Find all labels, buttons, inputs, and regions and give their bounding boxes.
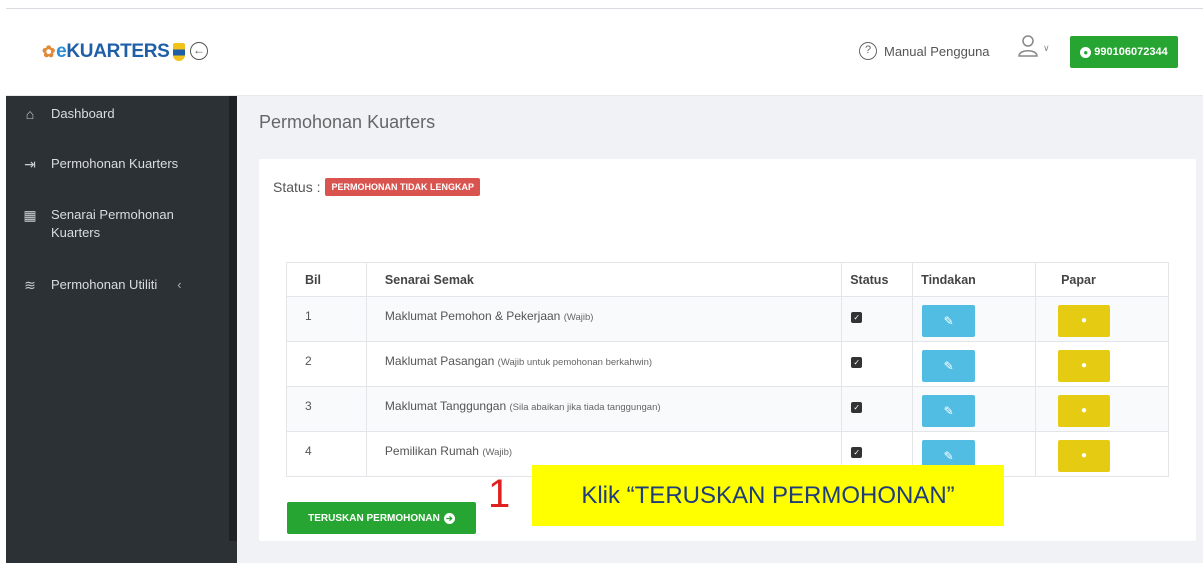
edit-button[interactable]: ✎ xyxy=(922,395,976,427)
chevron-down-icon: ∨ xyxy=(1043,43,1050,53)
chevron-left-icon: ‹ xyxy=(177,277,182,292)
row-number: 2 xyxy=(286,341,367,387)
status-label: Status : xyxy=(273,179,321,195)
user-id-label: 990106072344 xyxy=(1094,46,1168,58)
view-button[interactable]: ● xyxy=(1058,305,1111,337)
edit-icon: ✎ xyxy=(943,359,954,373)
sidebar-toggle-button[interactable]: ← xyxy=(190,42,208,60)
checkbox-checked-icon: ✓ xyxy=(851,402,863,413)
row-item-note: (Wajib) xyxy=(563,312,594,323)
edit-icon: ✎ xyxy=(943,404,954,418)
row-action: ✎ xyxy=(912,296,1037,342)
page-title: Permohonan Kuarters xyxy=(259,112,436,132)
table-row: 2 Maklumat Pasangan (Wajib untuk pemohon… xyxy=(286,341,1169,387)
sidebar-item-dashboard[interactable]: ⌂ Dashboard xyxy=(21,105,115,123)
user-circle-icon: ● xyxy=(1080,46,1092,58)
checkbox-checked-icon: ✓ xyxy=(851,312,863,323)
row-view: ● xyxy=(1035,386,1169,432)
col-header-bil: Bil xyxy=(286,262,367,297)
logo-e-letter: e xyxy=(56,41,67,62)
row-action: ✎ xyxy=(912,386,1037,432)
sign-in-icon: ⇥ xyxy=(24,156,36,172)
row-status: ✓ xyxy=(841,341,914,387)
manual-pengguna-label: Manual Pengguna xyxy=(884,43,990,59)
home-icon: ⌂ xyxy=(25,106,35,122)
row-item-note: (Sila abaikan jika tiada tanggungan) xyxy=(509,402,661,413)
sidebar-item-label: Permohonan Kuarters xyxy=(51,156,179,171)
checkbox-checked-icon: ✓ xyxy=(851,447,863,458)
eye-icon: ● xyxy=(1081,450,1088,461)
sidebar-item-permohonan-utiliti[interactable]: ≋ Permohonan Utiliti ‹ xyxy=(21,276,182,294)
row-item-note: (Wajib) xyxy=(482,447,513,458)
col-header-tindakan: Tindakan xyxy=(912,262,1037,297)
logo-text: KUARTERS xyxy=(66,41,170,62)
row-item: Maklumat Tanggungan (Sila abaikan jika t… xyxy=(365,386,843,432)
logo-flower-icon: ✿ xyxy=(42,44,56,61)
table-row: 3 Maklumat Tanggungan (Sila abaikan jika… xyxy=(286,386,1169,432)
edit-button[interactable]: ✎ xyxy=(922,305,976,337)
checklist-table: Bil Senarai Semak Status Tindakan Papar … xyxy=(286,262,1169,477)
row-number: 3 xyxy=(286,386,367,432)
sidebar-item-permohonan-kuarters[interactable]: ⇥ Permohonan Kuarters xyxy=(21,155,178,173)
sidebar-item-label: Dashboard xyxy=(51,106,115,121)
status-badge: PERMOHONAN TIDAK LENGKAP xyxy=(325,178,480,196)
row-item-note: (Wajib untuk pemohonan berkahwin) xyxy=(497,357,653,368)
col-header-papar: Papar xyxy=(1035,262,1169,297)
row-item: Maklumat Pemohon & Pekerjaan (Wajib) xyxy=(365,296,843,342)
layers-icon: ≋ xyxy=(24,277,36,293)
row-item: Maklumat Pasangan (Wajib untuk pemohonan… xyxy=(365,341,843,387)
row-status: ✓ xyxy=(841,386,914,432)
eye-icon: ● xyxy=(1081,360,1088,371)
logo-crest-icon xyxy=(172,43,185,61)
row-view: ● xyxy=(1035,431,1169,477)
row-item-title: Maklumat Pasangan xyxy=(384,354,495,368)
annotation-instruction-text: Klik “TERUSKAN PERMOHONAN” xyxy=(581,481,955,509)
row-item-title: Pemilikan Rumah xyxy=(384,444,479,458)
row-view: ● xyxy=(1035,296,1169,342)
view-button[interactable]: ● xyxy=(1058,440,1111,472)
sidebar-item-senarai-permohonan[interactable]: ▦ Senarai Permohonan Kuarters xyxy=(21,206,211,242)
sidebar-scrollbar[interactable] xyxy=(229,96,237,541)
user-id-button[interactable]: ● 990106072344 xyxy=(1070,36,1178,68)
table-row: 1 Maklumat Pemohon & Pekerjaan (Wajib) ✓… xyxy=(286,296,1169,342)
status-row: Status : PERMOHONAN TIDAK LENGKAP xyxy=(273,178,480,196)
view-button[interactable]: ● xyxy=(1058,395,1111,427)
row-view: ● xyxy=(1035,341,1169,387)
manual-pengguna-link[interactable]: ? Manual Pengguna xyxy=(859,42,990,60)
edit-icon: ✎ xyxy=(943,449,954,463)
edit-button[interactable]: ✎ xyxy=(922,350,976,382)
col-header-status: Status xyxy=(841,262,914,297)
sidebar-item-label: Senarai Permohonan Kuarters xyxy=(51,207,174,240)
row-number: 1 xyxy=(286,296,367,342)
row-status: ✓ xyxy=(841,296,914,342)
table-header-row: Bil Senarai Semak Status Tindakan Papar xyxy=(286,262,1169,297)
top-header: ✿ e KUARTERS ← ? Manual Pengguna ∨ ● 990… xyxy=(6,9,1203,96)
checkbox-checked-icon: ✓ xyxy=(851,357,863,368)
teruskan-permohonan-button[interactable]: TERUSKAN PERMOHONAN ➔ xyxy=(287,502,476,534)
col-header-senarai-semak: Senarai Semak xyxy=(365,262,843,297)
row-number: 4 xyxy=(286,431,367,477)
user-menu-dropdown[interactable]: ∨ xyxy=(1018,35,1054,65)
question-circle-icon: ? xyxy=(859,42,877,60)
annotation-instruction-box: Klik “TERUSKAN PERMOHONAN” xyxy=(532,465,1004,526)
row-action: ✎ xyxy=(912,341,1037,387)
ekuarters-logo[interactable]: ✿ e KUARTERS xyxy=(42,41,185,63)
eye-icon: ● xyxy=(1081,405,1088,416)
sidebar-item-label: Permohonan Utiliti xyxy=(51,277,158,292)
row-item-title: Maklumat Tanggungan xyxy=(384,399,507,413)
arrow-circle-right-icon: ➔ xyxy=(443,512,455,524)
annotation-step-number: 1 xyxy=(488,472,511,516)
row-item-title: Maklumat Pemohon & Pekerjaan xyxy=(384,309,561,323)
edit-icon: ✎ xyxy=(943,314,954,328)
eye-icon: ● xyxy=(1081,315,1088,326)
building-icon: ▦ xyxy=(23,207,37,223)
teruskan-permohonan-label: TERUSKAN PERMOHONAN xyxy=(308,512,440,524)
sidebar: ⌂ Dashboard ⇥ Permohonan Kuarters ▦ Sena… xyxy=(6,96,237,563)
view-button[interactable]: ● xyxy=(1058,350,1111,382)
user-icon xyxy=(1018,35,1038,57)
arrow-left-icon: ← xyxy=(193,43,205,57)
